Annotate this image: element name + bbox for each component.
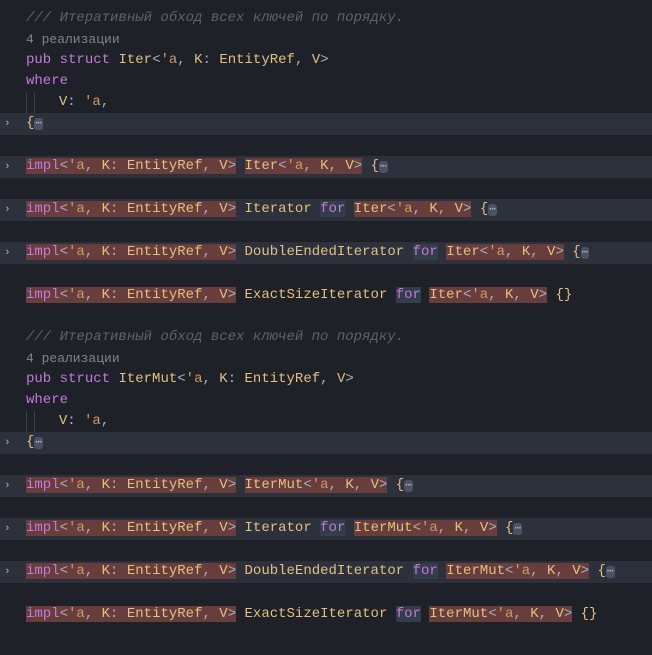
code-line: pub struct IterMut<'a, K: EntityRef, V>: [0, 369, 652, 390]
code-line: impl<'a, K: EntityRef, V> ExactSizeItera…: [0, 604, 652, 625]
chevron-right-icon[interactable]: ›: [4, 243, 11, 264]
code-line-folded: › impl<'a, K: EntityRef, V> IterMut<'a, …: [0, 475, 652, 497]
fold-gutter[interactable]: ›: [4, 114, 26, 135]
code-line: /// Итеративный обход всех ключей по пор…: [0, 8, 652, 29]
fold-gutter[interactable]: ›: [4, 200, 26, 221]
chevron-right-icon[interactable]: ›: [4, 476, 11, 497]
fold-ellipsis[interactable]: ⋯: [581, 247, 590, 259]
keyword-struct: struct: [60, 52, 110, 68]
keyword-struct: struct: [60, 371, 110, 387]
code-line-folded: › impl<'a, K: EntityRef, V> Iterator for…: [0, 518, 652, 540]
fold-ellipsis[interactable]: ⋯: [379, 161, 388, 173]
chevron-right-icon[interactable]: ›: [4, 114, 11, 135]
type-name: IterMut: [118, 371, 177, 387]
codelens-line[interactable]: 4 реализации: [0, 29, 652, 50]
fold-ellipsis[interactable]: ⋯: [606, 566, 615, 578]
code-line: V: 'a,: [0, 92, 652, 113]
chevron-right-icon[interactable]: ›: [4, 519, 11, 540]
code-line: V: 'a,: [0, 411, 652, 432]
fold-ellipsis[interactable]: ⋯: [34, 437, 43, 449]
fold-gutter[interactable]: ›: [4, 562, 26, 583]
doc-comment: /// Итеративный обход всех ключей по пор…: [26, 8, 404, 29]
codelens-line[interactable]: 4 реализации: [0, 348, 652, 369]
fold-ellipsis[interactable]: ⋯: [488, 204, 497, 216]
fold-gutter[interactable]: ›: [4, 476, 26, 497]
code-line: where: [0, 390, 652, 411]
keyword-where: where: [26, 71, 68, 92]
chevron-right-icon[interactable]: ›: [4, 157, 11, 178]
codelens-implementations[interactable]: 4 реализации: [26, 348, 120, 369]
fold-ellipsis[interactable]: ⋯: [404, 480, 413, 492]
chevron-right-icon[interactable]: ›: [4, 200, 11, 221]
fold-gutter[interactable]: ›: [4, 243, 26, 264]
keyword-pub: pub: [26, 52, 51, 68]
doc-comment: /// Итеративный обход всех ключей по пор…: [26, 327, 404, 348]
code-line-folded: › impl<'a, K: EntityRef, V> Iterator for…: [0, 199, 652, 221]
code-line-folded: › {⋯: [0, 113, 652, 135]
keyword-pub: pub: [26, 371, 51, 387]
codelens-implementations[interactable]: 4 реализации: [26, 29, 120, 50]
fold-ellipsis[interactable]: ⋯: [513, 523, 522, 535]
code-line-folded: › impl<'a, K: EntityRef, V> DoubleEndedI…: [0, 561, 652, 583]
type-name: Iter: [118, 52, 152, 68]
code-line: /// Итеративный обход всех ключей по пор…: [0, 327, 652, 348]
fold-gutter[interactable]: ›: [4, 519, 26, 540]
code-line-folded: › impl<'a, K: EntityRef, V> Iter<'a, K, …: [0, 156, 652, 178]
keyword-where: where: [26, 390, 68, 411]
fold-gutter[interactable]: ›: [4, 157, 26, 178]
chevron-right-icon[interactable]: ›: [4, 562, 11, 583]
fold-ellipsis[interactable]: ⋯: [34, 118, 43, 130]
chevron-right-icon[interactable]: ›: [4, 433, 11, 454]
code-line-folded: › impl<'a, K: EntityRef, V> DoubleEndedI…: [0, 242, 652, 264]
code-line: pub struct Iter<'a, K: EntityRef, V>: [0, 50, 652, 71]
code-line: where: [0, 71, 652, 92]
code-line-folded: › {⋯: [0, 432, 652, 454]
fold-gutter[interactable]: ›: [4, 433, 26, 454]
code-line: impl<'a, K: EntityRef, V> ExactSizeItera…: [0, 285, 652, 306]
